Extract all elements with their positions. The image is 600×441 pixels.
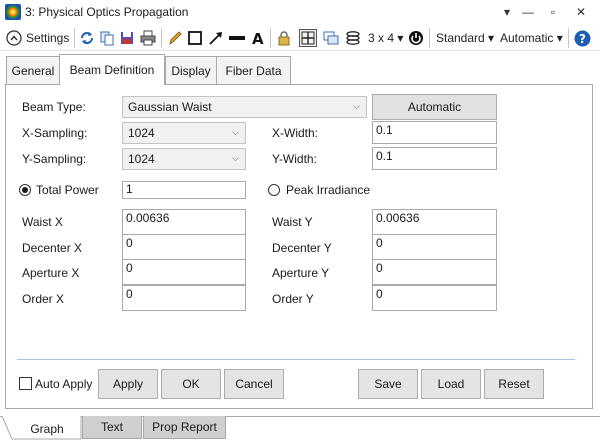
save-button[interactable]: Save xyxy=(358,369,418,399)
aperture-y-field[interactable]: 0 xyxy=(372,259,497,285)
auto-apply-checkbox[interactable] xyxy=(19,377,32,390)
aperture-y-label: Aperture Y xyxy=(272,266,330,280)
toolbar-divider xyxy=(161,28,162,48)
waist-y-label: Waist Y xyxy=(272,215,313,229)
chevron-down-icon: ⌵ xyxy=(353,101,360,111)
toolbar-divider xyxy=(74,28,75,48)
standard-dropdown[interactable]: Standard ▾ xyxy=(436,31,494,45)
save-icon[interactable] xyxy=(118,29,136,47)
x-sampling-select[interactable]: 1024 ⌵ xyxy=(122,122,246,144)
apply-button[interactable]: Apply xyxy=(98,369,158,399)
waist-y-field[interactable]: 0.00636 xyxy=(372,209,497,235)
settings-chevron-icon[interactable] xyxy=(5,29,23,47)
y-sampling-label: Y-Sampling: xyxy=(22,152,87,166)
tab-fiber-data[interactable]: Fiber Data xyxy=(216,56,291,85)
y-sampling-value: 1024 xyxy=(128,152,155,166)
automatic-button[interactable]: Automatic xyxy=(372,94,497,120)
window-menu-button[interactable]: ▾ xyxy=(498,3,516,21)
svg-text:?: ? xyxy=(579,32,586,46)
total-power-label: Total Power xyxy=(36,183,99,197)
pencil-icon[interactable] xyxy=(166,29,184,47)
toolbar-divider xyxy=(429,28,430,48)
order-x-label: Order X xyxy=(22,292,65,306)
bottom-tab-graph[interactable]: Graph xyxy=(14,418,80,440)
chevron-down-icon: ⌵ xyxy=(232,153,239,163)
window-title: 3: Physical Optics Propagation xyxy=(25,5,189,19)
y-width-label: Y-Width: xyxy=(272,152,317,166)
help-icon[interactable]: ? xyxy=(573,29,591,47)
layers-icon[interactable] xyxy=(344,29,362,47)
automatic-dropdown[interactable]: Automatic ▾ xyxy=(500,31,563,45)
ok-button[interactable]: OK xyxy=(161,369,221,399)
decenter-x-label: Decenter X xyxy=(22,241,83,255)
peak-irradiance-radio[interactable] xyxy=(268,184,280,196)
svg-text:A: A xyxy=(252,30,264,46)
restore-button[interactable]: ▫ xyxy=(544,3,562,21)
order-y-label: Order Y xyxy=(272,292,314,306)
app-logo-icon xyxy=(5,4,21,20)
line-icon[interactable] xyxy=(228,29,246,47)
arrow-icon[interactable] xyxy=(207,29,225,47)
total-power-radio[interactable] xyxy=(19,184,31,196)
copy-icon[interactable] xyxy=(98,29,116,47)
x-width-field[interactable]: 0.1 xyxy=(372,121,497,144)
aperture-x-field[interactable]: 0 xyxy=(122,259,246,285)
beam-type-value: Gaussian Waist xyxy=(128,100,212,114)
y-sampling-select[interactable]: 1024 ⌵ xyxy=(122,148,246,170)
crosshair-icon[interactable] xyxy=(299,29,317,47)
bottom-tab-prop-report[interactable]: Prop Report xyxy=(143,416,226,439)
order-y-field[interactable]: 0 xyxy=(372,285,497,311)
auto-apply-label: Auto Apply xyxy=(35,377,93,391)
print-icon[interactable] xyxy=(139,29,157,47)
rectangle-icon[interactable] xyxy=(186,29,204,47)
aperture-x-label: Aperture X xyxy=(22,266,80,280)
tab-display[interactable]: Display xyxy=(165,56,217,85)
tab-beam-definition[interactable]: Beam Definition xyxy=(59,54,165,85)
peak-irradiance-label: Peak Irradiance xyxy=(286,183,371,197)
load-button[interactable]: Load xyxy=(421,369,481,399)
lock-icon[interactable] xyxy=(275,29,293,47)
section-divider xyxy=(17,359,575,360)
toolbar-divider xyxy=(270,28,271,48)
x-width-label: X-Width: xyxy=(272,126,319,140)
windows-icon[interactable] xyxy=(322,29,340,47)
order-x-field[interactable]: 0 xyxy=(122,285,246,311)
beam-type-select[interactable]: Gaussian Waist ⌵ xyxy=(122,96,367,118)
cancel-button[interactable]: Cancel xyxy=(224,369,284,399)
reset-button[interactable]: Reset xyxy=(484,369,544,399)
minimize-button[interactable]: — xyxy=(519,3,537,21)
toolbar-divider xyxy=(568,28,569,48)
x-sampling-value: 1024 xyxy=(128,126,155,140)
decenter-y-field[interactable]: 0 xyxy=(372,234,497,260)
chevron-down-icon: ⌵ xyxy=(232,127,239,137)
waist-x-label: Waist X xyxy=(22,215,63,229)
settings-button[interactable]: Settings xyxy=(26,31,69,45)
layout-grid-dropdown[interactable]: 3 x 4 ▾ xyxy=(368,31,403,45)
beam-type-label: Beam Type: xyxy=(22,100,86,114)
refresh-icon[interactable] xyxy=(78,29,96,47)
power-cycle-icon[interactable] xyxy=(407,29,425,47)
bottom-tab-text[interactable]: Text xyxy=(82,416,142,439)
decenter-y-label: Decenter Y xyxy=(272,241,332,255)
close-button[interactable]: ✕ xyxy=(572,3,590,21)
text-tool-icon[interactable]: A xyxy=(249,29,267,47)
total-power-field[interactable]: 1 xyxy=(122,181,246,199)
y-width-field[interactable]: 0.1 xyxy=(372,147,497,170)
x-sampling-label: X-Sampling: xyxy=(22,126,88,140)
waist-x-field[interactable]: 0.00636 xyxy=(122,209,246,235)
decenter-x-field[interactable]: 0 xyxy=(122,234,246,260)
tab-general[interactable]: General xyxy=(6,56,60,85)
